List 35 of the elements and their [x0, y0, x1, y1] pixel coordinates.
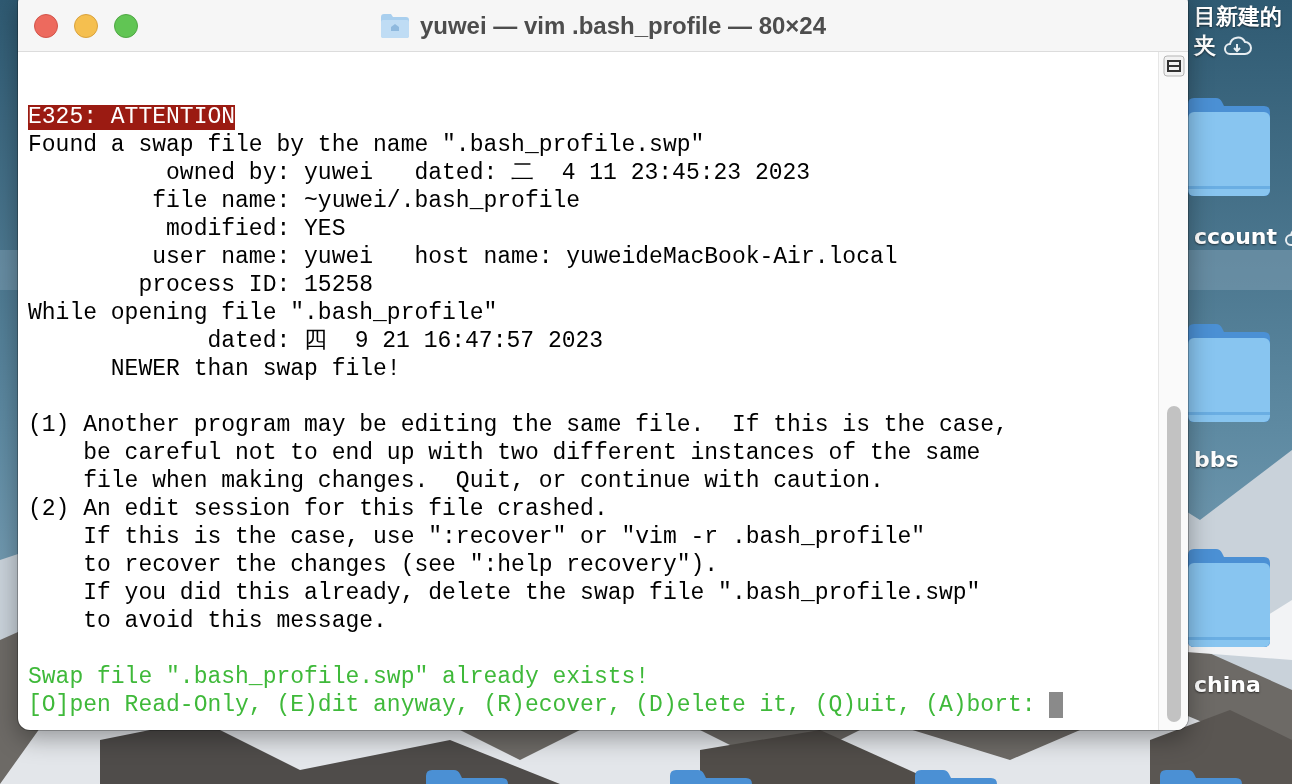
terminal-line: to recover the changes (see ":help recovery").	[82, 551, 719, 579]
terminal-line: owned by: yuwei dated: 二 4 11 23:45:23 2023	[165, 159, 811, 187]
folder-label: china	[1194, 672, 1261, 697]
folder-label: 目新建的	[1194, 3, 1282, 31]
terminal-line: process ID: 15258	[137, 271, 374, 299]
split-pane-icon[interactable]	[1162, 55, 1185, 77]
folder-icon	[379, 12, 410, 39]
terminal-line: If this is the case, use ":recover" or "vim -r .bash_profile"	[82, 523, 926, 551]
terminal-line: [O]pen Read-Only, (E)dit anyway, (R)ecover, (D)elete it, (Q)uit, (A)bort:	[28, 691, 1037, 719]
terminal-line: Swap file ".bash_profile.swp" already exists!	[28, 663, 650, 691]
terminal-line: (1) Another program may be editing the same file. If this is the case,	[28, 411, 1008, 439]
terminal-line: While opening file ".bash_profile"	[28, 299, 498, 327]
folder-icon[interactable]	[1186, 322, 1272, 424]
minimize-button[interactable]	[74, 13, 98, 38]
folder-icon[interactable]	[1186, 547, 1272, 649]
terminal-line: NEWER than swap file!	[109, 355, 401, 383]
close-button[interactable]	[34, 13, 58, 38]
folder-label: bbs	[1194, 447, 1239, 472]
terminal-line: (2) An edit session for this file crashed.	[28, 495, 608, 523]
terminal-line: user name: yuwei host name: yuweideMacBook-Air.local	[151, 243, 898, 271]
window-title: yuwei — vim .bash_profile — 80×24	[419, 11, 827, 40]
terminal-line: to avoid this message.	[82, 607, 387, 635]
terminal-line: Found a swap file by the name ".bash_profile.swp"	[28, 131, 705, 159]
scrollbar-thumb[interactable]	[1166, 406, 1181, 722]
terminal-line: file name: ~yuwei/.bash_profile	[151, 187, 581, 215]
folder-label: 夹	[1194, 32, 1216, 60]
terminal-line: dated: 四 9 21 16:47:57 2023	[206, 327, 604, 355]
terminal-line: be careful not to end up with two different instances of the same	[82, 439, 981, 467]
folder-icon[interactable]	[1186, 96, 1272, 198]
terminal-line: modified: YES	[165, 215, 346, 243]
folder-label: ccount	[1194, 224, 1278, 249]
error-message: E325: ATTENTION	[28, 104, 236, 130]
zoom-button[interactable]	[114, 13, 138, 38]
terminal-line: file when making changes. Quit, or continue with caution.	[82, 467, 884, 495]
terminal-line: If you did this already, delete the swap file ".bash_profile.swp"	[82, 579, 981, 607]
